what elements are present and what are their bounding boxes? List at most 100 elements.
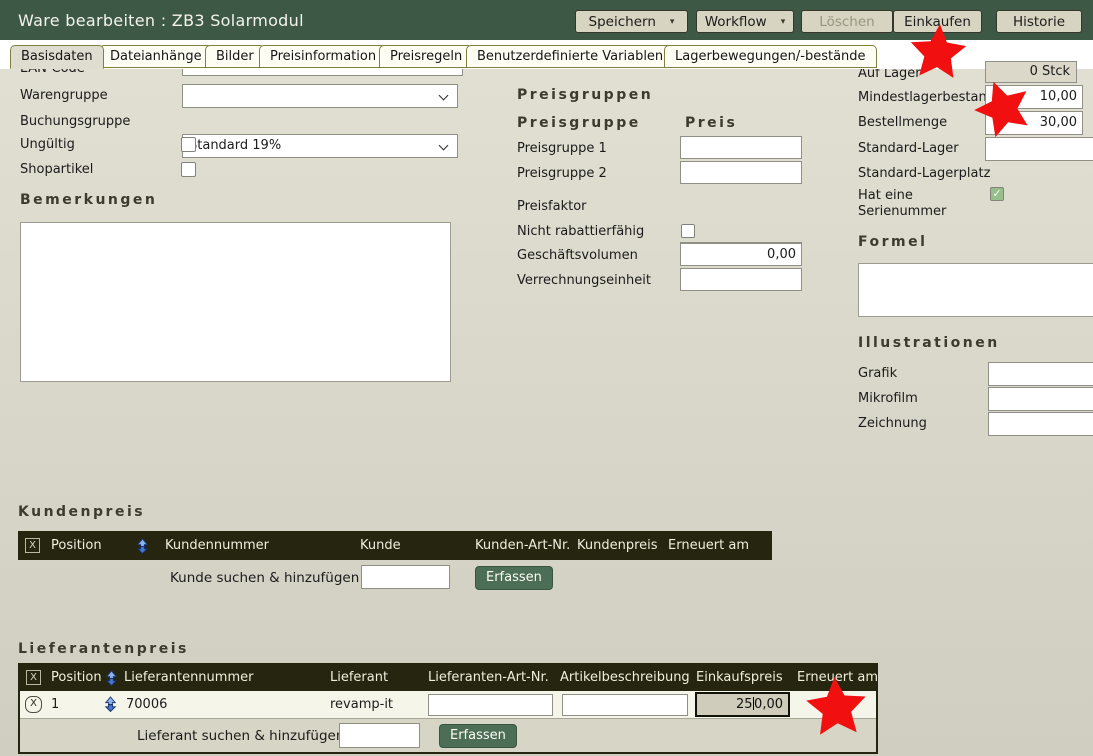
- workflow-button[interactable]: Workflow ▾: [696, 10, 794, 33]
- column-lieferant[interactable]: Lieferant: [330, 665, 388, 691]
- sort-up-down-icon[interactable]: [104, 670, 119, 686]
- nicht-rabattierfaehig-checkbox[interactable]: [681, 224, 695, 238]
- sort-up-down-icon[interactable]: [103, 696, 118, 712]
- column-kundennummer[interactable]: Kundennummer: [165, 531, 269, 560]
- preisgruppe1-input[interactable]: [680, 136, 802, 159]
- column-erneuert-am[interactable]: Erneuert am: [668, 531, 749, 560]
- bestellmenge-label: Bestellmenge: [858, 115, 947, 130]
- preisgruppe1-label: Preisgruppe 1: [517, 141, 607, 156]
- select-all-icon[interactable]: X: [25, 538, 40, 553]
- shopartikel-checkbox[interactable]: [181, 162, 196, 177]
- column-kunde[interactable]: Kunde: [360, 531, 401, 560]
- page-title: Ware bearbeiten : ZB3 Solarmodul: [18, 11, 304, 30]
- column-lieferantennummer[interactable]: Lieferantennummer: [124, 665, 253, 691]
- formel-header: Formel: [858, 234, 927, 250]
- tab-bilder[interactable]: Bilder: [205, 45, 265, 68]
- formel-textarea[interactable]: [858, 263, 1093, 317]
- lieferant-suchen-label: Lieferant suchen & hinzufügen: [137, 728, 344, 744]
- grafik-input[interactable]: [988, 362, 1093, 386]
- workflow-button-label: Workflow: [705, 14, 767, 30]
- verrechnungseinheit-input[interactable]: [680, 268, 802, 291]
- lieferantenpreis-header: Lieferantenpreis: [18, 641, 189, 657]
- tab-dateianhaenge[interactable]: Dateianhänge: [99, 45, 213, 68]
- ean-code-label: EAN-Code: [20, 69, 85, 76]
- row-lieferanten-art-nr-input[interactable]: [428, 694, 553, 716]
- red-star-annotation-einkaufen: [906, 22, 970, 82]
- mikrofilm-input[interactable]: [988, 387, 1093, 411]
- warengruppe-select[interactable]: [182, 84, 458, 108]
- lieferant-erfassen-button[interactable]: Erfassen: [439, 724, 517, 748]
- nicht-rabattierfaehig-label: Nicht rabattierfähig: [517, 224, 644, 239]
- geschaeftsvolumen-input[interactable]: 0,00: [680, 243, 802, 266]
- chevron-down-icon[interactable]: ▾: [670, 17, 675, 27]
- bemerkungen-header: Bemerkungen: [20, 192, 157, 208]
- history-button-label: Historie: [1013, 14, 1065, 30]
- sort-up-down-icon[interactable]: [135, 538, 150, 554]
- standard-lager-input[interactable]: [985, 137, 1093, 161]
- delete-button-label: Löschen: [819, 14, 874, 30]
- tab-lagerbewegungen[interactable]: Lagerbewegungen/-bestände: [664, 45, 877, 68]
- zeichnung-input[interactable]: [988, 412, 1093, 436]
- column-position[interactable]: Position: [51, 531, 102, 560]
- shopartikel-label: Shopartikel: [20, 162, 93, 177]
- ungueltig-checkbox[interactable]: [181, 137, 196, 152]
- einkaufspreis-value-before-caret: 25: [736, 697, 753, 712]
- column-position[interactable]: Position: [51, 665, 102, 691]
- save-button-label: Speichern: [589, 14, 656, 30]
- preisgruppe2-label: Preisgruppe 2: [517, 166, 607, 181]
- einkaufspreis-value-after-caret: 0,00: [754, 697, 783, 712]
- tab-preisregeln[interactable]: Preisregeln: [379, 45, 473, 68]
- save-button[interactable]: Speichern ▾: [575, 10, 688, 33]
- seriennummer-checkbox[interactable]: ✓: [990, 187, 1004, 201]
- mikrofilm-label: Mikrofilm: [858, 391, 918, 406]
- seriennummer-label-line1: Hat eine: [858, 188, 913, 203]
- column-einkaufspreis[interactable]: Einkaufspreis: [696, 665, 783, 691]
- chevron-down-icon: [439, 91, 449, 101]
- lieferantenpreis-table: X Position Lieferantennummer Lieferant L…: [18, 663, 878, 754]
- preisfaktor-label: Preisfaktor: [517, 199, 587, 214]
- delete-button: Löschen: [801, 10, 893, 33]
- red-star-annotation-einkaufspreis: [803, 675, 870, 739]
- column-artikelbeschreibung[interactable]: Artikelbeschreibung: [560, 665, 690, 691]
- column-lieferanten-art-nr[interactable]: Lieferanten-Art-Nr.: [428, 665, 549, 691]
- row-einkaufspreis-input-focused[interactable]: 250,00: [695, 692, 790, 717]
- row-divider: [20, 718, 876, 719]
- tab-benutzerdefinierte-variablen[interactable]: Benutzerdefinierte Variablen: [466, 45, 674, 68]
- row-artikelbeschreibung-input[interactable]: [562, 694, 688, 716]
- buchungsgruppe-value: Standard 19%: [189, 138, 281, 153]
- row-select-icon[interactable]: X: [25, 696, 42, 713]
- preisgruppen-header: Preisgruppen: [517, 87, 653, 103]
- geschaeftsvolumen-label: Geschäftsvolumen: [517, 248, 638, 263]
- row-position: 1: [51, 697, 59, 712]
- kunde-suchen-label: Kunde suchen & hinzufügen: [170, 570, 359, 586]
- row-lieferantennummer: 70006: [126, 697, 167, 712]
- tab-preisinformation[interactable]: Preisinformation: [259, 45, 387, 68]
- lieferantenpreis-table-header: X Position Lieferantennummer Lieferant L…: [20, 665, 876, 691]
- kunde-suchen-input[interactable]: [361, 565, 450, 589]
- column-kunden-art-nr[interactable]: Kunden-Art-Nr.: [475, 531, 570, 560]
- buchungsgruppe-select[interactable]: Standard 19%: [182, 134, 458, 158]
- tab-basisdaten[interactable]: Basisdaten: [10, 45, 104, 69]
- chevron-down-icon[interactable]: ▾: [781, 17, 786, 27]
- select-all-icon[interactable]: X: [26, 670, 41, 685]
- standard-lagerplatz-label: Standard-Lagerplatz: [858, 166, 990, 181]
- chevron-down-icon: [439, 141, 449, 151]
- history-button[interactable]: Historie: [996, 10, 1082, 33]
- preisgruppe2-input[interactable]: [680, 161, 802, 184]
- illustrationen-header: Illustrationen: [858, 335, 1000, 351]
- ungueltig-label: Ungültig: [20, 137, 75, 152]
- seriennummer-label-line2: Serienummer: [858, 204, 946, 219]
- column-kundenpreis[interactable]: Kundenpreis: [577, 531, 658, 560]
- bemerkungen-textarea[interactable]: [20, 222, 451, 382]
- ware-bearbeiten-window: { "window": { "title": "Ware bearbeiten …: [0, 0, 1093, 756]
- zeichnung-label: Zeichnung: [858, 416, 927, 431]
- ean-code-input[interactable]: [182, 69, 463, 76]
- verrechnungseinheit-label: Verrechnungseinheit: [517, 273, 651, 288]
- kundenpreis-table-header: X Position Kundennummer Kunde Kunden-Art…: [18, 531, 772, 560]
- lieferant-suchen-input[interactable]: [339, 723, 420, 748]
- buchungsgruppe-label: Buchungsgruppe: [20, 114, 130, 129]
- kunde-erfassen-button[interactable]: Erfassen: [475, 566, 553, 590]
- warengruppe-label: Warengruppe: [20, 88, 108, 103]
- table-row: X 1 70006 revamp-it 250,00: [20, 691, 876, 718]
- row-lieferant: revamp-it: [330, 697, 393, 712]
